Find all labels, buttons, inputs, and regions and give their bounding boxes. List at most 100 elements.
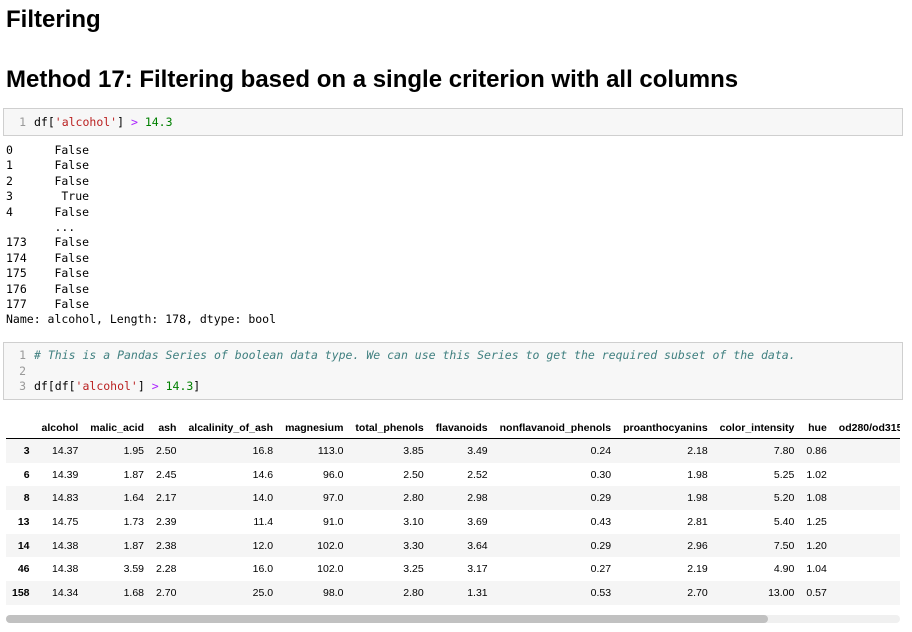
table-cell: 1.64 (123, 492, 144, 505)
table-cell: 5.25 (773, 468, 795, 481)
table-cell: 3.30 (403, 539, 424, 552)
table-row: 3 14.37 1.95 2.50 16.8 113.0 3.85 3.49 0.24 2.18 7… (6, 438, 900, 463)
dataframe-output: alcohol malic_acid ash alcalinity_of_ash mag… (6, 418, 900, 608)
row-index: 3 (23, 444, 30, 457)
table-cell: 1.96 (833, 581, 900, 605)
cell-output-1: 0 False 1 False 2 False 3 True 4 False .… (6, 143, 277, 327)
table-cell: 1.02 (806, 468, 827, 481)
table-cell: 14.38 (52, 539, 79, 552)
table-cell: 13.00 (768, 586, 795, 599)
table-cell: 16.0 (252, 563, 274, 576)
table-cell: 98.0 (322, 586, 344, 599)
table-cell: 2.45 (156, 468, 177, 481)
table-cell: 14.38 (52, 563, 79, 576)
row-index: 6 (23, 468, 30, 481)
dataframe-table: alcohol malic_acid ash alcalinity_of_ash mag… (6, 418, 900, 605)
table-cell: 0.29 (590, 539, 612, 552)
line-number: 1 (19, 348, 26, 362)
table-cell: 1.98 (687, 492, 708, 505)
table-cell: 2.19 (687, 563, 708, 576)
table-cell: 1.04 (806, 563, 827, 576)
column-header: alcalinity_of_ash (182, 418, 280, 439)
table-cell: 2.70 (687, 586, 708, 599)
table-cell: 2.98 (467, 492, 488, 505)
table-cell: 14.34 (52, 586, 79, 599)
table-cell: 14.39 (52, 468, 79, 481)
scrollbar-thumb[interactable] (6, 615, 768, 623)
table-cell: 2.96 (687, 539, 708, 552)
table-cell: 7.80 (773, 444, 795, 457)
table-cell: 25.0 (252, 586, 274, 599)
table-cell: 3.49 (467, 444, 488, 457)
code-token: 'alcohol' (54, 115, 118, 129)
table-cell: 96.0 (322, 468, 344, 481)
table-cell: 14.83 (52, 492, 79, 505)
table-cell: 1.68 (123, 586, 144, 599)
table-cell: 2.38 (156, 539, 177, 552)
table-cell: 113.0 (317, 444, 344, 457)
table-cell: 0.29 (590, 492, 612, 505)
code-token: > (130, 115, 138, 129)
code-line[interactable]: 1 df['alcohol'] > 14.3 (4, 114, 173, 130)
table-body: 3 14.37 1.95 2.50 16.8 113.0 3.85 3.49 0.24 2.18 7… (6, 438, 900, 605)
table-cell: 2.85 (833, 486, 900, 510)
row-index: 14 (17, 539, 30, 552)
column-header: color_intensity (713, 418, 801, 439)
table-cell: 2.39 (156, 515, 177, 528)
table-cell: 3.25 (403, 563, 424, 576)
column-header: od280/od315_of_diluted_wines (832, 418, 900, 439)
column-header: proanthocyanins (617, 418, 714, 439)
table-row: 8 14.83 1.64 2.17 14.0 97.0 2.80 2.98 0.29 1.98 5.… (6, 486, 900, 511)
table-row: 158 14.34 1.68 2.70 25.0 98.0 2.80 1.31 0.53 2.70… (6, 581, 900, 605)
column-header: magnesium (279, 418, 350, 439)
table-cell: 1.08 (806, 492, 827, 505)
table-cell: 3.58 (833, 463, 900, 487)
table-cell: 2.73 (833, 510, 900, 534)
row-index: 46 (17, 563, 30, 576)
code-line[interactable]: 3 df[df['alcohol'] > 14.3] (4, 378, 200, 394)
table-cell: 3.17 (467, 563, 488, 576)
column-header: hue (800, 418, 833, 439)
table-cell: 2.17 (156, 492, 177, 505)
code-token: 14.3 (165, 379, 194, 393)
table-cell: 2.50 (403, 468, 424, 481)
column-header: total_phenols (349, 418, 430, 439)
table-cell: 2.50 (156, 444, 177, 457)
table-cell: 1.98 (687, 468, 708, 481)
table-cell: 5.40 (773, 515, 795, 528)
table-cell: 2.52 (467, 468, 488, 481)
table-cell: 3.64 (467, 539, 488, 552)
code-cell-1[interactable]: 1 df['alcohol'] > 14.3 (3, 108, 903, 136)
column-header: flavanoids (429, 418, 494, 439)
code-token: ] (117, 115, 131, 129)
row-index: 13 (17, 515, 30, 528)
table-cell: 2.70 (156, 586, 177, 599)
line-number: 1 (19, 115, 26, 129)
code-cell-2[interactable]: 1 # This is a Pandas Series of boolean da… (3, 342, 903, 400)
table-cell: 0.53 (590, 586, 612, 599)
horizontal-scrollbar[interactable] (6, 615, 900, 623)
page-heading: Filtering (6, 6, 101, 33)
index-header (6, 418, 36, 439)
table-cell: 14.37 (52, 444, 79, 457)
column-header: malic_acid (84, 418, 150, 439)
table-cell: 3.44 (833, 557, 900, 581)
table-cell: 2.81 (687, 515, 708, 528)
column-header: alcohol (35, 418, 85, 439)
row-index: 158 (12, 586, 30, 599)
line-number: 3 (19, 379, 26, 393)
table-row: 14 14.38 1.87 2.38 12.0 102.0 3.30 3.64 0.29 2.96… (6, 533, 900, 558)
code-line[interactable]: 1 # This is a Pandas Series of boolean da… (4, 347, 796, 363)
table-cell: 14.75 (52, 515, 79, 528)
section-heading: Method 17: Filtering based on a single c… (6, 66, 739, 93)
table-cell: 1.31 (467, 586, 488, 599)
table-cell: 3.45 (833, 439, 900, 463)
table-row: 6 14.39 1.87 2.45 14.6 96.0 2.50 2.52 0.30 1.98 5.… (6, 463, 900, 487)
table-cell: 16.8 (252, 444, 274, 457)
code-line[interactable]: 2 (4, 363, 34, 379)
code-token: 14.3 (144, 115, 173, 129)
column-header: nonflavanoid_phenols (493, 418, 618, 439)
table-cell: 11.4 (253, 515, 274, 528)
